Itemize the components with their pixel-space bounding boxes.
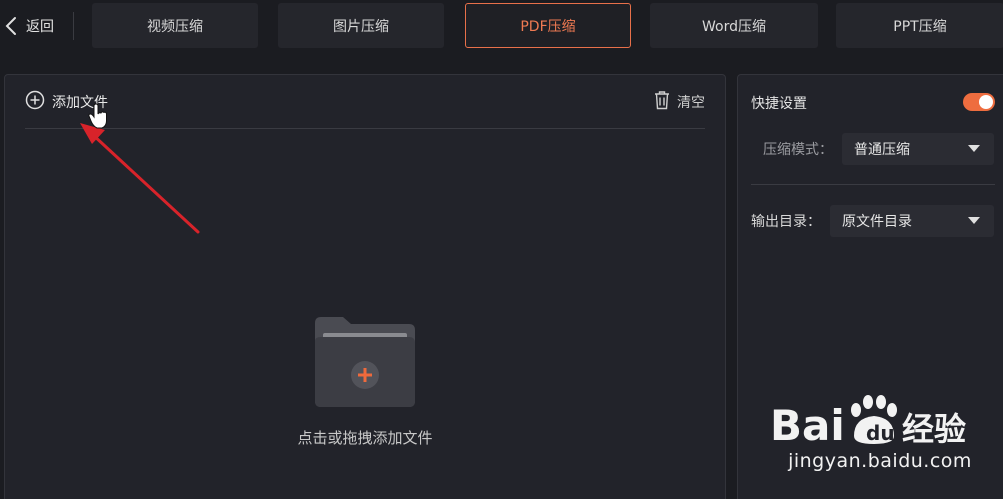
- output-dir-label: 输出目录：: [751, 214, 821, 230]
- tab-label: PDF压缩: [520, 18, 576, 35]
- add-file-label: 添加文件: [52, 95, 108, 111]
- compress-mode-label: 压缩模式：: [763, 142, 833, 158]
- clear-label: 清空: [677, 95, 705, 111]
- drop-hint: 点击或拖拽添加文件: [297, 429, 433, 447]
- trash-icon: [653, 90, 671, 114]
- add-file-button[interactable]: 添加文件: [25, 90, 108, 114]
- caret-down-icon: [968, 217, 980, 224]
- back-label: 返回: [26, 19, 54, 35]
- baidu-watermark: Bai du 经验 jingyan.baidu.com: [770, 388, 995, 488]
- tab-label: PPT压缩: [893, 18, 947, 35]
- watermark-url: jingyan.baidu.com: [788, 450, 972, 472]
- compress-mode-select[interactable]: 普通压缩: [842, 133, 994, 165]
- tab-video-compress[interactable]: 视频压缩: [92, 3, 258, 48]
- output-dir-value: 原文件目录: [842, 214, 912, 230]
- chevron-left-icon: [0, 6, 22, 46]
- file-list-panel: 添加文件 清空 点击或拖拽添加文件: [4, 74, 726, 499]
- tab-pdf-compress[interactable]: PDF压缩: [465, 3, 631, 48]
- back-button[interactable]: 返回: [0, 6, 72, 46]
- plus-circle-icon: [25, 90, 45, 114]
- tab-ppt-compress[interactable]: PPT压缩: [836, 3, 1003, 48]
- caret-down-icon: [968, 145, 980, 152]
- drop-zone[interactable]: 点击或拖拽添加文件: [235, 315, 495, 455]
- panel-divider: [25, 128, 705, 129]
- tab-label: Word压缩: [702, 18, 766, 35]
- toggle-knob: [979, 95, 993, 109]
- settings-divider: [751, 184, 995, 185]
- svg-text:Bai: Bai: [770, 401, 845, 448]
- tab-label: 图片压缩: [333, 18, 389, 35]
- quick-settings-title: 快捷设置: [751, 96, 807, 112]
- svg-text:du: du: [866, 421, 895, 445]
- tab-image-compress[interactable]: 图片压缩: [278, 3, 444, 48]
- tab-word-compress[interactable]: Word压缩: [650, 3, 818, 48]
- compress-mode-value: 普通压缩: [854, 142, 910, 158]
- top-bar: 返回 视频压缩 图片压缩 PDF压缩 Word压缩 PPT压缩: [0, 0, 1003, 52]
- clear-button[interactable]: 清空: [653, 91, 705, 113]
- folder-add-icon: [313, 315, 417, 413]
- tab-label: 视频压缩: [147, 18, 203, 35]
- baidu-logo: Bai du 经验: [770, 395, 966, 450]
- quick-settings-toggle[interactable]: [963, 93, 995, 111]
- output-dir-select[interactable]: 原文件目录: [830, 205, 994, 237]
- topbar-separator: [73, 12, 74, 40]
- svg-text:经验: 经验: [902, 410, 966, 448]
